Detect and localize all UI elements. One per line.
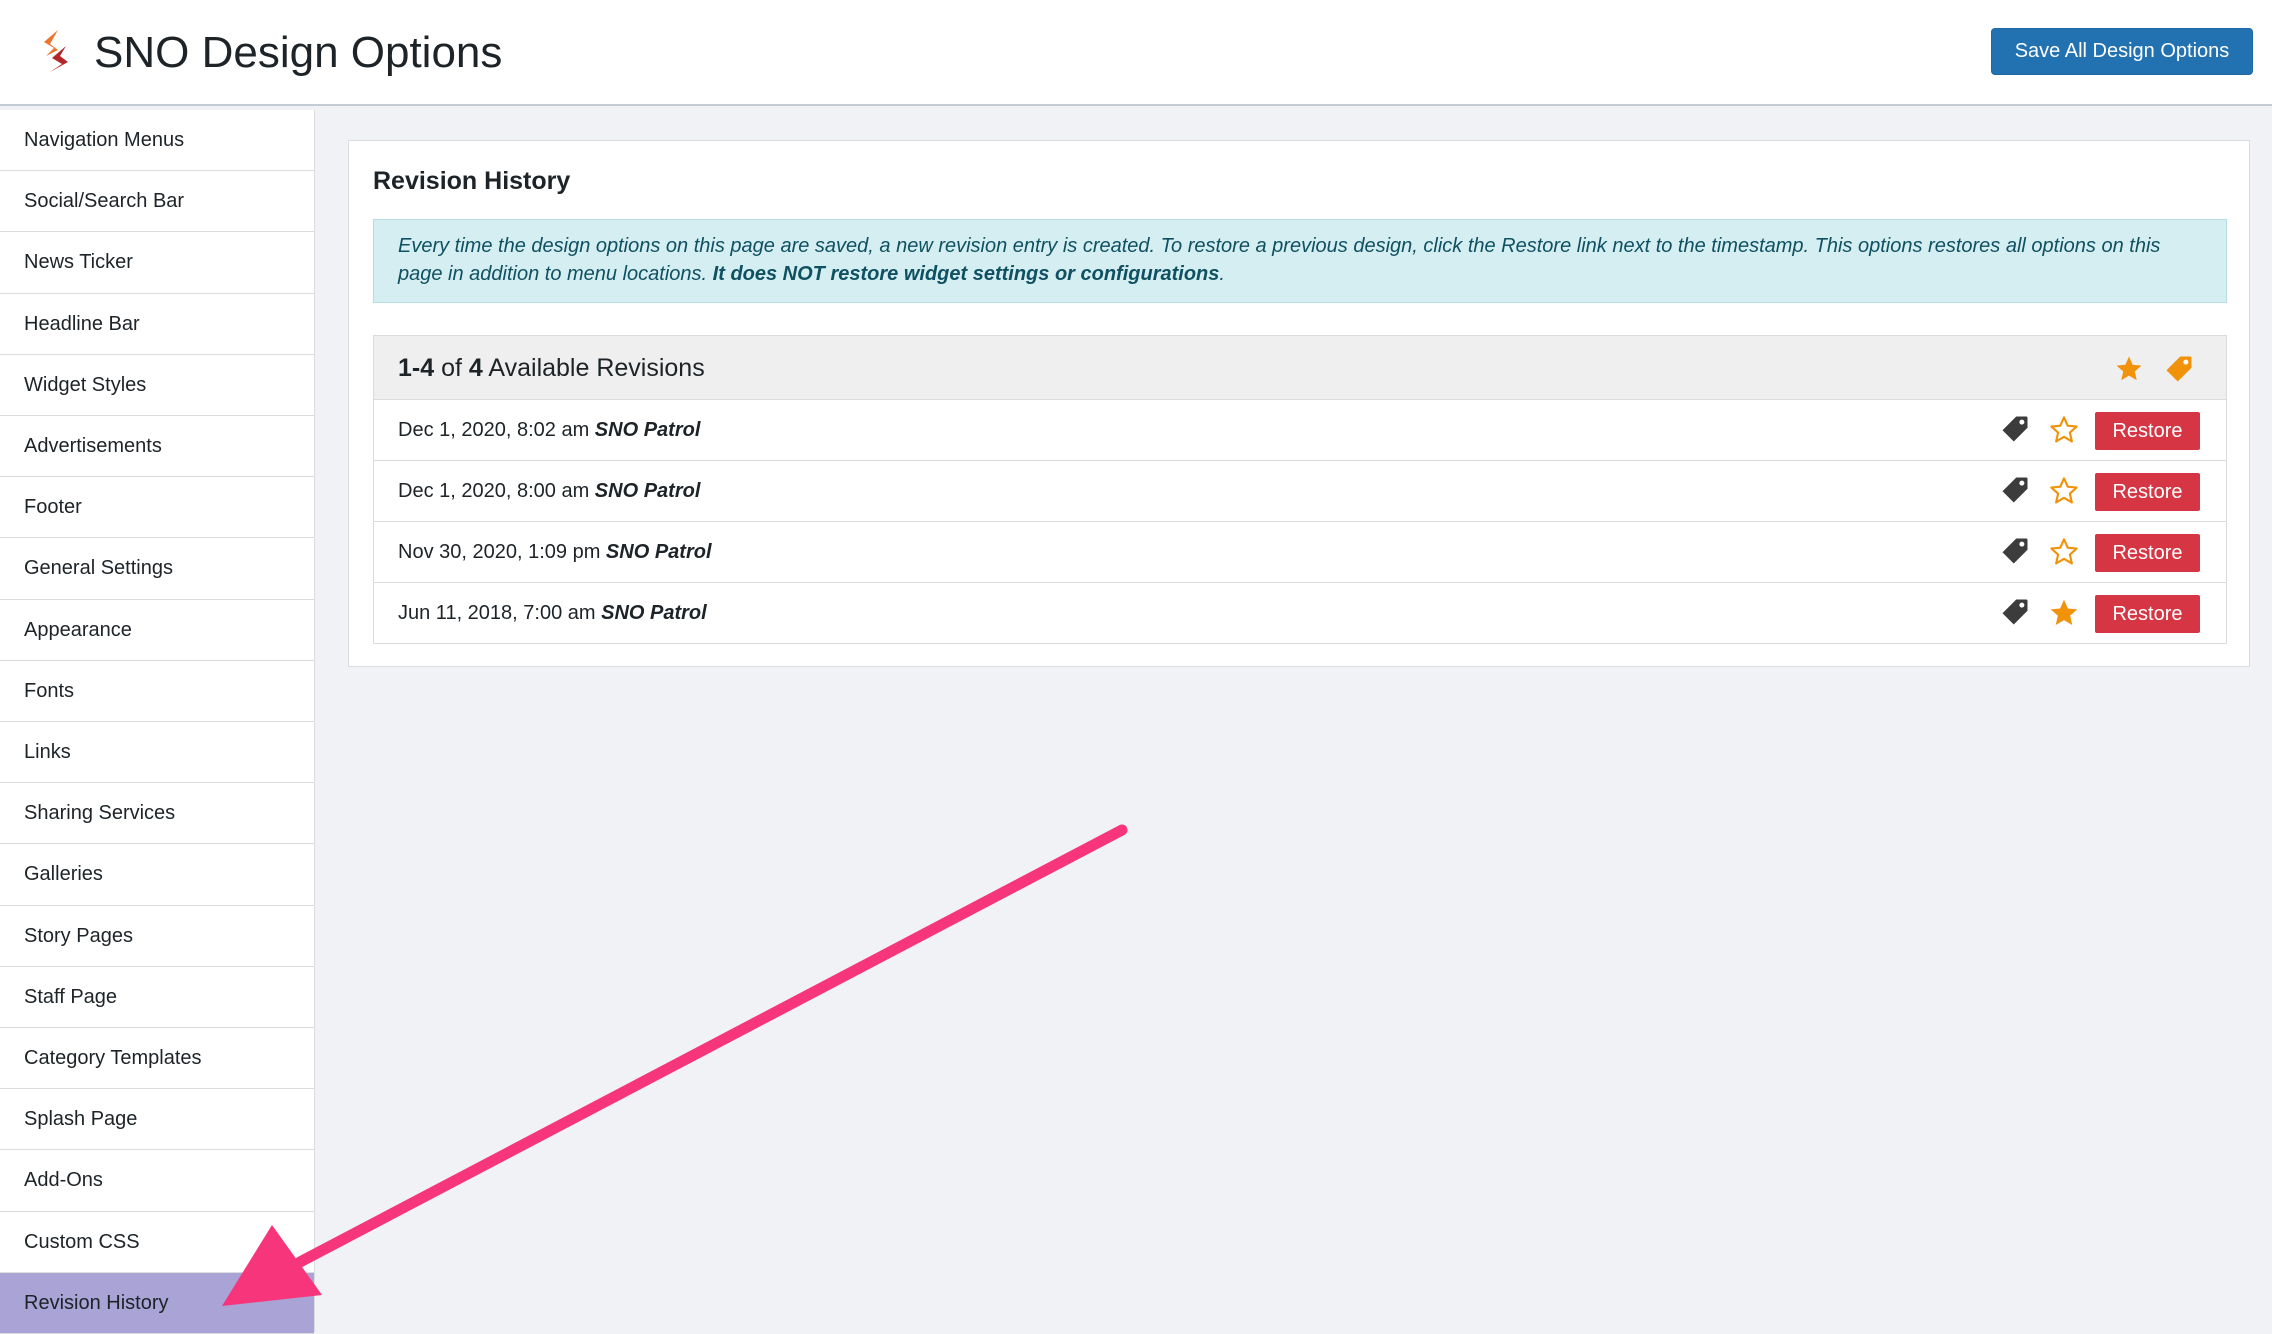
sidebar-item-news-ticker[interactable]: News Ticker — [0, 232, 314, 294]
revisions-suffix: Available Revisions — [488, 354, 705, 382]
sidebar-item-custom-css[interactable]: Custom CSS — [0, 1211, 314, 1273]
revisions-table: 1-4 of 4 Available Revisions Dec 1, 2020… — [373, 335, 2227, 644]
sidebar-item-footer[interactable]: Footer — [0, 477, 314, 539]
revision-history-panel: Revision History Every time the design o… — [348, 140, 2250, 667]
revision-info-notice: Every time the design options on this pa… — [373, 219, 2227, 303]
revisions-total: 4 — [468, 354, 483, 382]
star-outline-icon[interactable] — [2048, 536, 2080, 568]
sidebar-item-links[interactable]: Links — [0, 722, 314, 784]
tag-icon[interactable] — [2000, 475, 2030, 505]
sidebar-item-revision-history[interactable]: Revision History — [0, 1272, 314, 1334]
revision-row: Dec 1, 2020, 8:00 am SNO Patrol Restore — [374, 461, 2226, 522]
tag-icon[interactable] — [2000, 414, 2030, 444]
tag-filled-icon[interactable] — [2164, 354, 2194, 384]
revision-author: SNO Patrol — [594, 480, 701, 502]
sidebar-item-splash-page[interactable]: Splash Page — [0, 1089, 314, 1151]
star-outline-icon[interactable] — [2048, 475, 2080, 507]
restore-button[interactable]: Restore — [2095, 473, 2200, 511]
notice-emphasis: It does NOT restore widget settings or c… — [712, 263, 1220, 285]
sidebar-item-navigation-menus[interactable]: Navigation Menus — [0, 110, 314, 172]
revision-timestamp: Jun 11, 2018, 7:00 am SNO Patrol — [398, 599, 707, 627]
sidebar-item-widget-styles[interactable]: Widget Styles — [0, 354, 314, 416]
revision-date: Nov 30, 2020, 1:09 pm — [398, 541, 601, 563]
sidebar-item-headline-bar[interactable]: Headline Bar — [0, 293, 314, 355]
revision-date: Dec 1, 2020, 8:00 am — [398, 480, 590, 502]
sidebar-item-add-ons[interactable]: Add-Ons — [0, 1150, 314, 1212]
revision-timestamp: Dec 1, 2020, 8:00 am SNO Patrol — [398, 477, 700, 505]
save-all-design-options-button[interactable]: Save All Design Options — [1991, 28, 2253, 75]
top-header: SNO Design Options Save All Design Optio… — [0, 0, 2272, 106]
revision-author: SNO Patrol — [605, 541, 712, 563]
star-outline-icon[interactable] — [2048, 414, 2080, 446]
revision-author: SNO Patrol — [601, 602, 707, 624]
revisions-header: 1-4 of 4 Available Revisions — [374, 336, 2226, 400]
revisions-of: of — [441, 354, 462, 382]
revision-timestamp: Dec 1, 2020, 8:02 am SNO Patrol — [398, 416, 700, 444]
sidebar-item-fonts[interactable]: Fonts — [0, 660, 314, 722]
revision-author: SNO Patrol — [594, 419, 701, 441]
restore-button[interactable]: Restore — [2095, 534, 2200, 572]
revision-row: Dec 1, 2020, 8:02 am SNO Patrol Restore — [374, 400, 2226, 461]
sidebar-item-galleries[interactable]: Galleries — [0, 844, 314, 906]
revision-date: Jun 11, 2018, 7:00 am — [398, 602, 596, 624]
revision-row: Nov 30, 2020, 1:09 pm SNO Patrol Restore — [374, 522, 2226, 583]
tag-icon[interactable] — [2000, 536, 2030, 566]
tag-icon[interactable] — [2000, 597, 2030, 627]
restore-button[interactable]: Restore — [2095, 595, 2200, 633]
sno-logo-icon — [44, 30, 68, 72]
sidebar-item-appearance[interactable]: Appearance — [0, 599, 314, 661]
revisions-count: 1-4 of 4 Available Revisions — [398, 352, 705, 384]
sidebar-item-social-search-bar[interactable]: Social/Search Bar — [0, 171, 314, 233]
restore-button[interactable]: Restore — [2095, 412, 2200, 450]
app-title: SNO Design Options — [94, 28, 503, 77]
revision-timestamp: Nov 30, 2020, 1:09 pm SNO Patrol — [398, 538, 712, 566]
sidebar-item-story-pages[interactable]: Story Pages — [0, 905, 314, 967]
notice-text: Every time the design options on this pa… — [398, 235, 2161, 285]
star-filled-icon[interactable] — [2048, 597, 2080, 629]
revision-date: Dec 1, 2020, 8:02 am — [398, 419, 590, 441]
revisions-range: 1-4 — [398, 354, 435, 382]
sidebar-nav: Navigation Menus Social/Search Bar News … — [0, 110, 315, 1334]
sidebar-item-general-settings[interactable]: General Settings — [0, 538, 314, 600]
notice-tail: . — [1219, 263, 1225, 285]
panel-title: Revision History — [373, 167, 571, 195]
sidebar-item-category-templates[interactable]: Category Templates — [0, 1028, 314, 1090]
star-filled-icon[interactable] — [2114, 354, 2144, 384]
sidebar-item-advertisements[interactable]: Advertisements — [0, 416, 314, 478]
sidebar-item-staff-page[interactable]: Staff Page — [0, 966, 314, 1028]
revision-row: Jun 11, 2018, 7:00 am SNO Patrol Restore — [374, 583, 2226, 644]
sidebar-item-sharing-services[interactable]: Sharing Services — [0, 783, 314, 845]
